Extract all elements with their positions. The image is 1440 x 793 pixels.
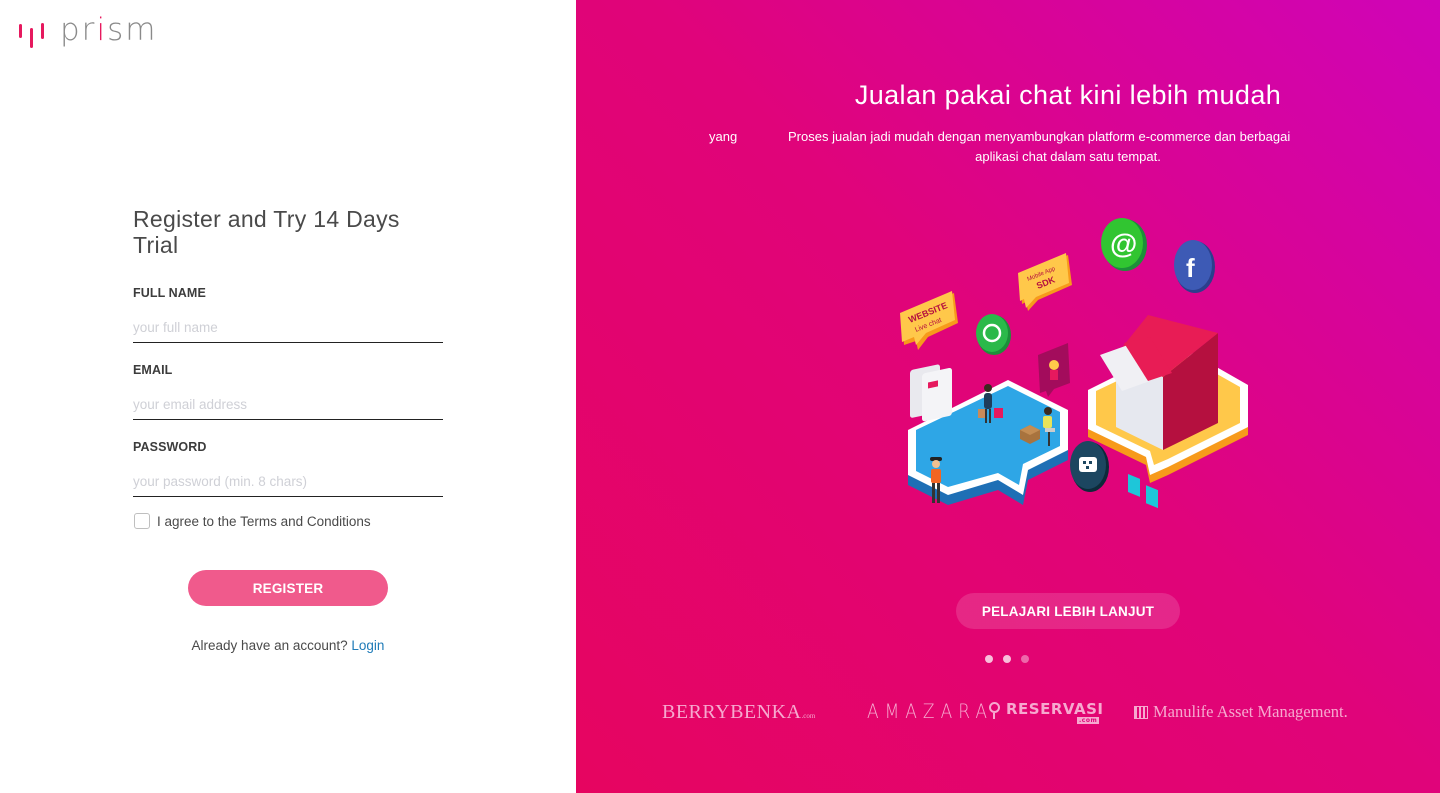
carousel-dot-2[interactable] (1003, 655, 1011, 663)
full-name-input[interactable] (133, 302, 443, 343)
mobile-sdk-bubble-icon: Mobile App SDK (1018, 253, 1072, 311)
promo-panel: Jualan pakai chat kini lebih mudah yang … (576, 0, 1440, 793)
svg-text:f: f (1186, 253, 1195, 283)
password-field: PASSWORD (133, 440, 443, 497)
hero-subtitle-line2: aplikasi chat dalam satu tempat. (975, 149, 1161, 164)
prism-logo[interactable]: prism (19, 15, 157, 48)
hero-title: Jualan pakai chat kini lebih mudah (854, 80, 1282, 110)
documents-icon (910, 364, 952, 422)
partner-logos: BERRYBENKA.com AMAZARA RESERVASI .com Man… (576, 700, 1440, 730)
hero-subtitle-line1: Proses jualan jadi mudah dengan menyambu… (788, 129, 1291, 144)
omnichannel-illustration: WEBSITE Live chat Mobile App SDK @ f (900, 218, 1248, 509)
carousel-dot-1[interactable] (985, 655, 993, 663)
full-name-field: FULL NAME (133, 286, 443, 343)
svg-text:@: @ (1110, 228, 1137, 259)
hero-stray-text: yang (709, 129, 738, 144)
terms-label[interactable]: I agree to the Terms and Conditions (157, 514, 371, 529)
register-form: Register and Try 14 Days Trial FULL NAME… (133, 206, 443, 653)
line-at-bubble-icon: @ (1101, 218, 1147, 271)
password-label: PASSWORD (133, 440, 207, 454)
password-input[interactable] (133, 456, 443, 497)
prism-logo-mark-icon (19, 20, 44, 48)
facebook-bubble-icon: f (1174, 240, 1215, 293)
terms-checkbox[interactable] (134, 513, 150, 529)
email-input[interactable] (133, 379, 443, 420)
website-live-chat-bubble-icon: WEBSITE Live chat (900, 291, 958, 350)
terms-agreement: I agree to the Terms and Conditions (133, 513, 443, 529)
prism-logo-text: prism (60, 12, 158, 48)
form-title: Register and Try 14 Days Trial (133, 206, 400, 258)
carousel-dot-3[interactable] (1021, 655, 1029, 663)
berrybenka-logo: BERRYBENKA.com (662, 701, 816, 723)
shop-building-icon (1100, 315, 1218, 509)
register-panel: prism Register and Try 14 Days Trial FUL… (0, 0, 576, 793)
learn-more-button[interactable]: PELAJARI LEBIH LANJUT (956, 593, 1180, 629)
login-prompt-row: Already have an account? Login (133, 638, 443, 653)
manulife-mark-icon (1134, 705, 1148, 719)
login-prompt-text: Already have an account? (191, 638, 348, 653)
email-field: EMAIL (133, 363, 443, 420)
login-link[interactable]: Login (351, 638, 384, 653)
email-label: EMAIL (133, 363, 173, 377)
location-pin-icon (989, 701, 1000, 719)
manulife-logo: Manulife Asset Management. (1134, 702, 1348, 722)
character-card-bubble-icon (1038, 343, 1070, 397)
bbm-bubble-icon (1070, 441, 1109, 492)
full-name-label: FULL NAME (133, 286, 206, 300)
reservasi-logo: RESERVASI .com (989, 700, 1103, 724)
carousel-indicator (985, 655, 1029, 663)
whatsapp-bubble-icon (976, 314, 1011, 355)
register-button[interactable]: REGISTER (188, 570, 388, 606)
amazara-logo: AMAZARA (867, 700, 993, 724)
